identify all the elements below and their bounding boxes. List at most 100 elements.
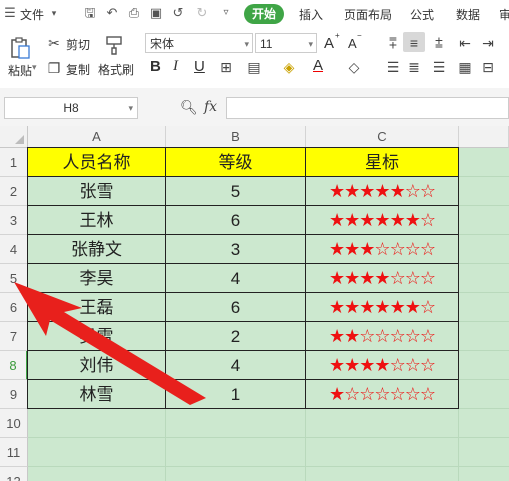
column-header-d[interactable] xyxy=(459,126,509,148)
star-rating-cell[interactable]: ★★★☆☆☆☆ xyxy=(306,235,459,264)
shrink-font-arrow-icon: − xyxy=(357,31,362,40)
font-size-select[interactable]: 11 ▾ xyxy=(255,33,317,53)
level-cell[interactable]: 1 xyxy=(166,380,306,409)
tab-data[interactable]: 数据 xyxy=(456,6,480,23)
chevron-down-icon[interactable]: ▾ xyxy=(32,62,37,73)
row-header[interactable]: 12 xyxy=(0,467,28,481)
print-preview-icon[interactable]: ▣ xyxy=(148,5,164,21)
row-header[interactable]: 6 xyxy=(0,293,28,322)
star-rating-cell[interactable]: ★★★★☆☆☆ xyxy=(306,351,459,380)
level-cell[interactable]: 4 xyxy=(166,264,306,293)
row-header[interactable]: 10 xyxy=(0,409,28,438)
align-right-icon[interactable]: ☰ xyxy=(431,59,447,75)
star-rating-cell[interactable]: ★☆☆☆☆☆☆ xyxy=(306,380,459,409)
cut-button[interactable]: 剪切 xyxy=(66,36,90,53)
increase-indent-icon[interactable]: ⇥ xyxy=(480,35,496,51)
name-box[interactable]: H8 ▾ xyxy=(4,97,138,119)
row-header[interactable]: 5 xyxy=(0,264,28,293)
tab-formulas[interactable]: 公式 xyxy=(410,6,434,23)
select-all-corner[interactable] xyxy=(0,126,28,148)
tab-home[interactable]: 开始 xyxy=(244,4,284,24)
level-cell[interactable]: 3 xyxy=(166,235,306,264)
align-center-icon[interactable]: ≣ xyxy=(406,59,422,75)
align-middle-icon[interactable]: ≡ xyxy=(406,35,422,51)
tab-page-layout[interactable]: 页面布局 xyxy=(344,6,392,23)
undo-icon[interactable]: ↺ xyxy=(170,5,186,21)
align-bottom-icon[interactable]: ⩲ xyxy=(431,35,447,51)
column-header-b[interactable]: B xyxy=(166,126,306,148)
scissors-icon[interactable]: ✂ xyxy=(46,35,62,51)
name-cell[interactable]: 林雪 xyxy=(28,380,166,409)
name-cell[interactable]: 李昊 xyxy=(28,264,166,293)
level-cell[interactable]: 5 xyxy=(166,177,306,206)
align-left-icon[interactable]: ☰ xyxy=(385,59,401,75)
star-rating-cell[interactable]: ★★★★★★☆ xyxy=(306,293,459,322)
decrease-indent-icon[interactable]: ⇤ xyxy=(457,35,473,51)
hamburger-icon[interactable]: ☰ xyxy=(2,5,18,21)
copy-button[interactable]: 复制 xyxy=(66,61,90,78)
zoom-icon[interactable]: 🔍︎ xyxy=(180,99,198,116)
formula-input[interactable] xyxy=(226,97,509,119)
paste-label[interactable]: 粘贴 xyxy=(8,62,32,79)
underline-button[interactable]: U xyxy=(194,58,205,75)
name-cell[interactable]: 张雪 xyxy=(28,177,166,206)
table-header-cell[interactable]: 人员名称 xyxy=(28,148,166,177)
fill-pattern-icon[interactable]: ▤ xyxy=(246,59,262,75)
star-rating-cell[interactable]: ★★☆☆☆☆☆ xyxy=(306,322,459,351)
gridline xyxy=(28,466,509,467)
row-header[interactable]: 1 xyxy=(0,148,28,177)
table-header-cell[interactable]: 等级 xyxy=(166,148,306,177)
justify-icon[interactable]: ▦ xyxy=(457,59,473,75)
name-cell[interactable]: 吴雪 xyxy=(28,322,166,351)
row-header[interactable]: 3 xyxy=(0,206,28,235)
redo-icon[interactable]: ↻ xyxy=(194,5,210,21)
level-cell[interactable]: 6 xyxy=(166,293,306,322)
file-menu[interactable]: 文件 xyxy=(20,6,44,23)
row-header[interactable]: 7 xyxy=(0,322,28,351)
eraser-icon[interactable]: ◇ xyxy=(346,59,362,75)
level-cell[interactable]: 6 xyxy=(166,206,306,235)
column-header-c[interactable]: C xyxy=(306,126,459,148)
star-rating-cell[interactable]: ★★★★☆☆☆ xyxy=(306,264,459,293)
font-color-button[interactable]: A xyxy=(313,57,323,74)
name-cell[interactable]: 王磊 xyxy=(28,293,166,322)
border-icon[interactable]: ⊞ xyxy=(218,59,234,75)
undo-format-icon[interactable]: ↶ xyxy=(104,5,120,21)
row-header[interactable]: 9 xyxy=(0,380,28,409)
font-size-value: 11 xyxy=(260,37,273,51)
name-cell[interactable]: 刘伟 xyxy=(28,351,166,380)
paste-button[interactable] xyxy=(8,36,36,62)
name-cell[interactable]: 王林 xyxy=(28,206,166,235)
font-name-select[interactable]: 宋体 ▾ xyxy=(145,33,253,53)
name-box-value: H8 xyxy=(63,101,79,115)
format-painter-button[interactable] xyxy=(104,34,128,58)
name-cell[interactable]: 张静文 xyxy=(28,235,166,264)
tab-insert[interactable]: 插入 xyxy=(299,6,323,23)
save-icon[interactable]: 🖫 xyxy=(82,5,98,21)
shrink-font-button[interactable]: A xyxy=(348,36,357,51)
grow-font-button[interactable]: A xyxy=(324,35,334,52)
align-top-icon[interactable]: ⩱ xyxy=(385,35,401,51)
star-rating-cell[interactable]: ★★★★★☆☆ xyxy=(306,177,459,206)
distributed-icon[interactable]: ⊟ xyxy=(480,59,496,75)
chevron-down-icon[interactable]: ▾ xyxy=(46,5,62,21)
print-icon[interactable]: ⎙ xyxy=(126,5,142,21)
row-header[interactable]: 11 xyxy=(0,438,28,467)
level-cell[interactable]: 4 xyxy=(166,351,306,380)
star-rating-cell[interactable]: ★★★★★★☆ xyxy=(306,206,459,235)
function-icon[interactable]: fx xyxy=(204,99,217,115)
format-painter-label[interactable]: 格式刷 xyxy=(98,61,134,78)
row-header[interactable]: 8 xyxy=(0,351,28,380)
table-header-cell[interactable]: 星标 xyxy=(306,148,459,177)
tab-review[interactable]: 审 xyxy=(499,6,509,23)
copy-icon[interactable]: ❐ xyxy=(46,60,62,76)
bold-button[interactable]: B xyxy=(150,58,161,75)
level-cell[interactable]: 2 xyxy=(166,322,306,351)
spreadsheet-grid[interactable]: A B C 123456789101112 人员名称等级星标张雪5★★★★★☆☆… xyxy=(0,126,509,481)
row-header[interactable]: 2 xyxy=(0,177,28,206)
row-header[interactable]: 4 xyxy=(0,235,28,264)
italic-button[interactable]: I xyxy=(173,58,178,75)
more-icon[interactable]: ▿ xyxy=(218,5,234,21)
column-header-a[interactable]: A xyxy=(28,126,166,148)
fill-color-icon[interactable]: ◈ xyxy=(281,59,297,75)
